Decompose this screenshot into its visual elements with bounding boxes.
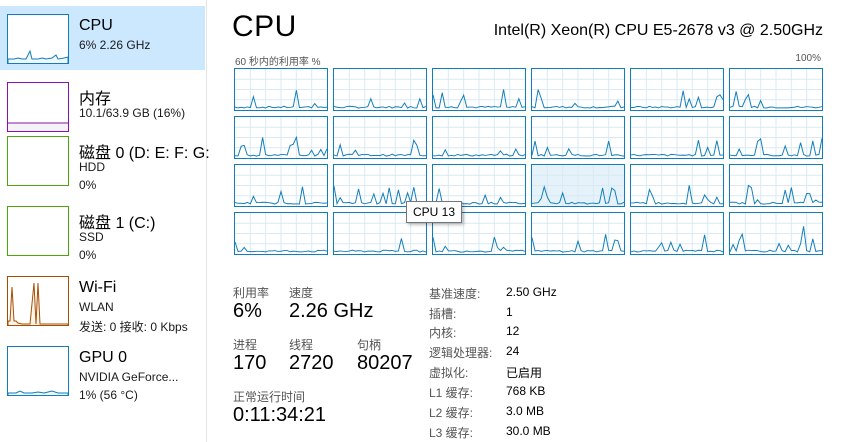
sidebar-item-detail: 10.1/63.9 GB (16%) <box>79 106 186 120</box>
cpu-core-graph-0[interactable] <box>234 68 328 111</box>
sidebar-item-cpu[interactable]: CPU 6% 2.26 GHz <box>0 6 205 70</box>
sidebar-item-title: GPU 0 <box>79 349 128 366</box>
sidebar-item-usage: 0% <box>79 178 97 192</box>
speed-label: 速度 <box>289 286 314 300</box>
processes-label: 进程 <box>233 338 258 352</box>
cpu-core-graph-4[interactable] <box>630 68 724 111</box>
page-title: CPU <box>232 10 297 43</box>
uptime-label: 正常运行时间 <box>233 390 306 404</box>
graph-max-label: 100% <box>795 53 821 64</box>
cpu-core-graph-2[interactable] <box>432 68 526 111</box>
cpu-core-graph-18[interactable] <box>234 212 328 255</box>
cpu-core-graph-21[interactable] <box>531 212 625 255</box>
virtualization-value: 已启用 <box>506 366 543 380</box>
cpu-core-graph-8[interactable] <box>432 116 526 159</box>
sidebar-item-detail: NVIDIA GeForce... <box>79 370 179 384</box>
cpu-core-graph-10[interactable] <box>630 116 724 159</box>
sidebar-item-disk-0[interactable]: 磁盘 0 (D: E: F: G: HDD 0% <box>0 128 210 192</box>
cpu-core-graph-23[interactable] <box>729 212 823 255</box>
memory-thumbnail-graph <box>7 82 69 132</box>
utilization-value: 6% <box>233 300 262 322</box>
sidebar-item-detail: SSD <box>79 230 104 244</box>
l3-cache-value: 30.0 MB <box>506 424 551 438</box>
sidebar-item-detail: HDD <box>79 160 105 174</box>
cpu-model-name: Intel(R) Xeon(R) CPU E5-2678 v3 @ 2.50GH… <box>493 22 823 39</box>
sidebar-item-usage: 1% (56 °C) <box>79 388 138 402</box>
logical-processor-graphs <box>234 68 823 255</box>
sidebar-item-title: Wi-Fi <box>79 279 117 296</box>
cores-label: 内核: <box>429 326 457 340</box>
cpu-core-graph-15[interactable] <box>531 164 625 207</box>
sidebar-item-wifi[interactable]: Wi-Fi WLAN 发送: 0 接收: 0 Kbps <box>0 268 205 334</box>
virtualization-label: 虚拟化: <box>429 366 469 380</box>
cores-value: 12 <box>506 324 520 338</box>
l1-cache-value: 768 KB <box>506 384 546 398</box>
handles-label: 句柄 <box>357 338 382 352</box>
sockets-value: 1 <box>506 305 513 319</box>
cpu-core-graph-6[interactable] <box>234 116 328 159</box>
l2-cache-label: L2 缓存: <box>429 406 474 420</box>
handles-value: 80207 <box>357 352 413 374</box>
base-speed-label: 基准速度: <box>429 287 481 301</box>
sidebar-item-detail: 6% 2.26 GHz <box>79 38 151 52</box>
processes-value: 170 <box>233 352 267 374</box>
cpu-core-graph-3[interactable] <box>531 68 625 111</box>
sidebar-item-detail: WLAN <box>79 300 114 314</box>
sidebar-item-title: CPU <box>79 17 113 34</box>
cpu-core-graph-11[interactable] <box>729 116 823 159</box>
sockets-label: 插槽: <box>429 307 457 321</box>
logical-processors-label: 逻辑处理器: <box>429 346 493 360</box>
cpu-thumbnail-graph <box>7 14 69 64</box>
sidebar-item-gpu-0[interactable]: GPU 0 NVIDIA GeForce... 1% (56 °C) <box>0 338 205 402</box>
cpu-core-graph-12[interactable] <box>234 164 328 207</box>
sidebar-item-disk-1[interactable]: 磁盘 1 (C:) SSD 0% <box>0 198 205 262</box>
sidebar: CPU 6% 2.26 GHz 内存 10.1/63.9 GB (16%) 磁盘… <box>0 0 210 442</box>
disk-0-thumbnail-graph <box>7 136 69 186</box>
threads-label: 线程 <box>289 338 314 352</box>
cpu-core-graph-16[interactable] <box>630 164 724 207</box>
speed-value: 2.26 GHz <box>289 300 374 322</box>
sidebar-item-usage: 0% <box>79 248 97 262</box>
cpu-core-graph-22[interactable] <box>630 212 724 255</box>
graph-caption: 60 秒内的利用率 % <box>235 57 321 68</box>
l2-cache-value: 3.0 MB <box>506 404 545 418</box>
gpu-0-thumbnail-graph <box>7 346 69 396</box>
utilization-label: 利用率 <box>233 286 270 300</box>
cpu-core-graph-1[interactable] <box>333 68 427 111</box>
sidebar-item-usage: 发送: 0 接收: 0 Kbps <box>79 320 188 334</box>
l3-cache-label: L3 缓存: <box>429 426 474 440</box>
cpu-core-graph-17[interactable] <box>729 164 823 207</box>
wifi-thumbnail-graph <box>7 276 69 326</box>
cpu-core-graph-5[interactable] <box>729 68 823 111</box>
disk-1-thumbnail-graph <box>7 206 69 256</box>
logical-processors-value: 24 <box>506 344 520 358</box>
base-speed-value: 2.50 GHz <box>506 285 557 299</box>
uptime-value: 0:11:34:21 <box>233 404 327 426</box>
cpu-core-graph-7[interactable] <box>333 116 427 159</box>
tooltip: CPU 13 <box>406 201 463 223</box>
l1-cache-label: L1 缓存: <box>429 386 474 400</box>
cpu-core-graph-9[interactable] <box>531 116 625 159</box>
threads-value: 2720 <box>289 352 334 374</box>
